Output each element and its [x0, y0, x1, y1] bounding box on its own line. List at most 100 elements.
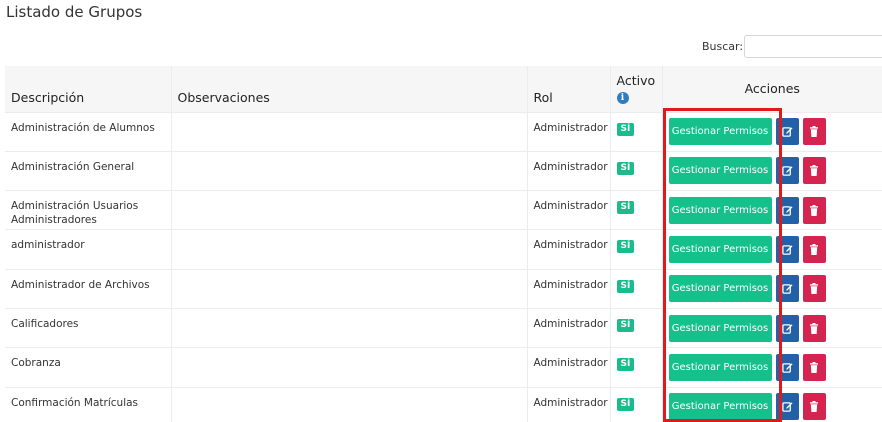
- edit-icon: [781, 323, 793, 334]
- edit-icon: [781, 245, 793, 255]
- cell-rol: Administrador: [527, 347, 611, 388]
- cell-acciones: Gestionar Permisos: [662, 151, 882, 190]
- cell-acciones: Gestionar Permisos: [662, 230, 882, 269]
- edit-button[interactable]: [775, 353, 799, 381]
- edit-button[interactable]: [775, 196, 799, 224]
- cell-acciones: Gestionar Permisos: [662, 269, 882, 308]
- cell-activo: SÍ: [610, 112, 663, 152]
- cell-observaciones: [171, 347, 528, 388]
- trash-icon: [810, 361, 818, 373]
- delete-button[interactable]: [802, 393, 826, 421]
- cell-rol: Administrador: [527, 229, 611, 270]
- edit-icon: [781, 166, 793, 177]
- cell-descripcion: Confirmación Matrículas: [5, 387, 172, 422]
- cell-acciones: Gestionar Permisos: [662, 112, 882, 151]
- manage-permissions-button[interactable]: Gestionar Permisos: [668, 236, 772, 264]
- cell-observaciones: [171, 387, 528, 422]
- edit-button[interactable]: [775, 157, 799, 185]
- table-row: Administrador de Archivos Administrador …: [5, 269, 882, 309]
- trash-icon: [810, 401, 818, 413]
- cell-acciones: Gestionar Permisos: [662, 308, 882, 347]
- status-badge: SÍ: [616, 358, 635, 372]
- status-badge: SÍ: [616, 201, 635, 215]
- status-badge: SÍ: [616, 122, 635, 136]
- edit-icon: [781, 402, 793, 413]
- cell-rol: Administrador: [527, 308, 611, 348]
- cell-descripcion: Calificadores: [5, 308, 172, 348]
- cell-acciones: Gestionar Permisos: [662, 191, 882, 230]
- cell-rol: Administrador: [527, 151, 611, 191]
- cell-observaciones: [171, 190, 528, 230]
- cell-activo: SÍ: [610, 269, 663, 309]
- edit-icon: [781, 127, 793, 137]
- cell-descripcion: Cobranza: [5, 347, 172, 388]
- column-header-descripcion[interactable]: Descripción: [5, 66, 172, 112]
- cell-activo: SÍ: [610, 229, 663, 270]
- status-badge: SÍ: [616, 240, 635, 254]
- search-bar: Buscar:: [702, 35, 882, 58]
- search-label: Buscar:: [702, 40, 744, 53]
- cell-activo: SÍ: [610, 387, 663, 422]
- page-title: Listado de Grupos: [6, 3, 143, 21]
- table-row: Calificadores Administrador SÍ Gestionar…: [5, 308, 882, 348]
- cell-observaciones: [171, 151, 528, 191]
- cell-acciones: Gestionar Permisos: [662, 348, 882, 387]
- cell-rol: Administrador: [527, 190, 611, 230]
- cell-activo: SÍ: [610, 190, 663, 230]
- edit-icon: [781, 363, 793, 373]
- cell-observaciones: [171, 229, 528, 270]
- table-row: Cobranza Administrador SÍ Gestionar Perm…: [5, 347, 882, 388]
- edit-button[interactable]: [775, 275, 799, 303]
- edit-icon: [781, 284, 793, 295]
- column-header-activo[interactable]: Activo i: [610, 66, 663, 112]
- table-row: Administración Usuarios Administradores …: [5, 190, 882, 230]
- table-row: Administración General Administrador SÍ …: [5, 151, 882, 191]
- cell-activo: SÍ: [610, 151, 663, 191]
- manage-permissions-button[interactable]: Gestionar Permisos: [668, 353, 772, 381]
- trash-icon: [810, 204, 818, 216]
- delete-button[interactable]: [802, 353, 826, 381]
- cell-acciones: Gestionar Permisos: [662, 387, 882, 422]
- groups-table: Descripción Observaciones Rol Activo i A…: [5, 66, 882, 422]
- manage-permissions-button[interactable]: Gestionar Permisos: [668, 157, 772, 185]
- manage-permissions-button[interactable]: Gestionar Permisos: [668, 393, 772, 421]
- trash-icon: [810, 126, 818, 138]
- delete-button[interactable]: [802, 196, 826, 224]
- delete-button[interactable]: [802, 314, 826, 342]
- column-header-activo-label: Activo: [616, 73, 656, 88]
- trash-icon: [810, 244, 818, 256]
- table-header-row: Descripción Observaciones Rol Activo i A…: [5, 66, 882, 112]
- trash-icon: [810, 322, 818, 334]
- status-badge: SÍ: [616, 318, 635, 332]
- cell-observaciones: [171, 269, 528, 309]
- table-row: Confirmación Matrículas Administrador SÍ…: [5, 387, 882, 422]
- cell-rol: Administrador: [527, 112, 611, 152]
- delete-button[interactable]: [802, 236, 826, 264]
- delete-button[interactable]: [802, 157, 826, 185]
- table-row: Administración de Alumnos Administrador …: [5, 112, 882, 152]
- edit-button[interactable]: [775, 393, 799, 421]
- trash-icon: [810, 165, 818, 177]
- info-icon[interactable]: i: [616, 92, 629, 104]
- manage-permissions-button[interactable]: Gestionar Permisos: [668, 118, 772, 146]
- delete-button[interactable]: [802, 118, 826, 146]
- search-input[interactable]: [744, 35, 882, 58]
- manage-permissions-button[interactable]: Gestionar Permisos: [668, 314, 772, 342]
- column-header-observaciones[interactable]: Observaciones: [171, 66, 528, 112]
- manage-permissions-button[interactable]: Gestionar Permisos: [668, 196, 772, 224]
- table-row: administrador Administrador SÍ Gestionar…: [5, 229, 882, 270]
- column-header-rol[interactable]: Rol: [527, 66, 611, 112]
- trash-icon: [810, 283, 818, 295]
- edit-button[interactable]: [775, 118, 799, 146]
- cell-descripcion: Administrador de Archivos: [5, 269, 172, 309]
- edit-button[interactable]: [775, 236, 799, 264]
- edit-icon: [781, 205, 793, 216]
- delete-button[interactable]: [802, 275, 826, 303]
- cell-rol: Administrador: [527, 387, 611, 422]
- cell-rol: Administrador: [527, 269, 611, 309]
- cell-observaciones: [171, 112, 528, 152]
- edit-button[interactable]: [775, 314, 799, 342]
- manage-permissions-button[interactable]: Gestionar Permisos: [668, 275, 772, 303]
- status-badge: SÍ: [616, 279, 635, 293]
- status-badge: SÍ: [616, 397, 635, 411]
